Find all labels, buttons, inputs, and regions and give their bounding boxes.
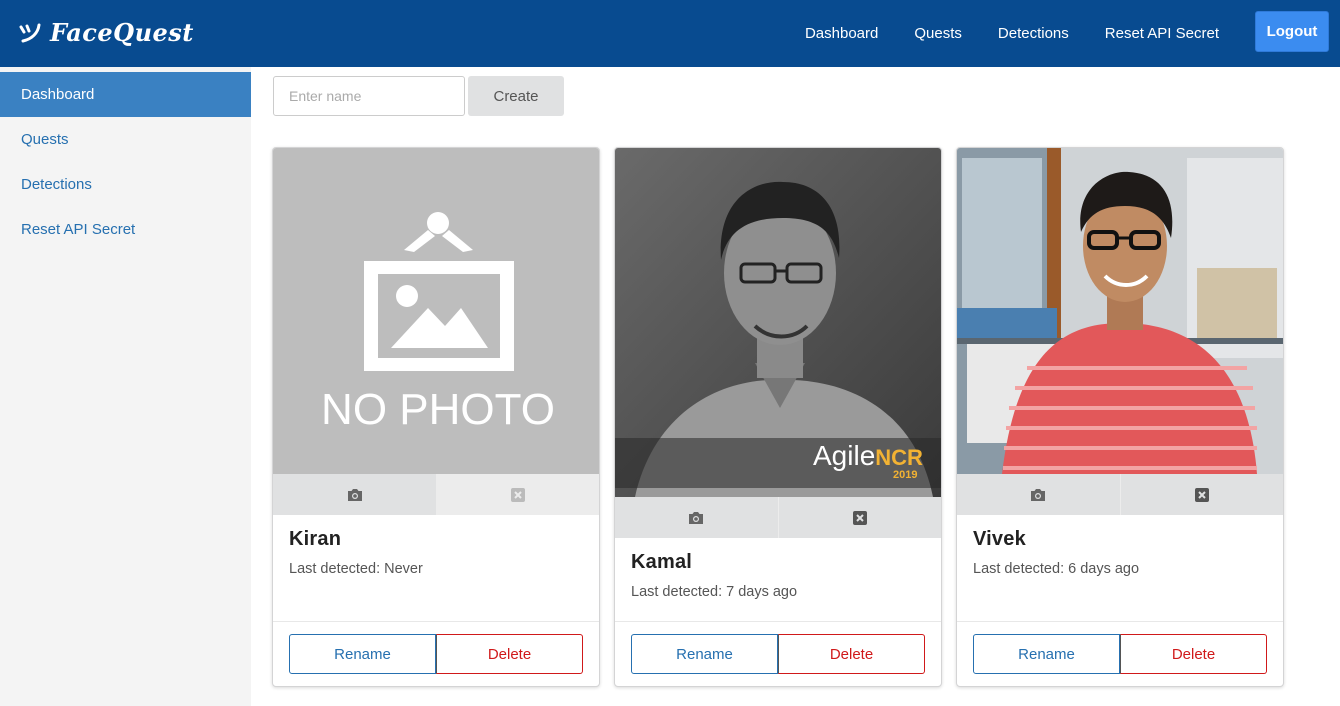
grayscale-portrait: AgileNCR 2019 [615, 148, 941, 497]
rename-button[interactable]: Rename [973, 634, 1120, 674]
last-detected: Last detected: Never [289, 561, 423, 577]
top-nav: Dashboard Quests Detections Reset API Se… [805, 0, 1219, 67]
person-name: Kiran [289, 528, 342, 550]
name-input[interactable] [273, 76, 465, 116]
card-actions: Rename Delete [273, 621, 599, 686]
person-name: Vivek [973, 528, 1026, 550]
svg-text:2019: 2019 [893, 469, 917, 481]
brand[interactable]: FaceQuest [18, 14, 194, 50]
topnav-reset-api-secret[interactable]: Reset API Secret [1105, 25, 1219, 42]
last-detected: Last detected: 6 days ago [973, 561, 1140, 577]
remove-photo-icon [1194, 487, 1209, 502]
top-navbar: FaceQuest Dashboard Quests Detections Re… [0, 0, 1340, 67]
person-card: AgileNCR 2019 Kamal Last detected: 7 day… [614, 147, 942, 687]
remove-photo-button[interactable] [777, 497, 941, 538]
remove-photo-button[interactable] [1119, 474, 1283, 515]
photo-actions [957, 474, 1283, 515]
logout-button[interactable]: Logout [1255, 11, 1329, 52]
sidebar-item-detections[interactable]: Detections [0, 162, 251, 207]
delete-button[interactable]: Delete [778, 634, 925, 674]
remove-photo-icon [510, 487, 525, 502]
sidebar: Dashboard Quests Detections Reset API Se… [0, 67, 251, 706]
camera-icon [1031, 488, 1046, 501]
rename-button[interactable]: Rename [289, 634, 436, 674]
upload-photo-button[interactable] [957, 474, 1120, 515]
photo-actions [273, 474, 599, 515]
last-detected: Last detected: 7 days ago [631, 584, 798, 600]
brand-name: FaceQuest [50, 17, 194, 47]
person-name: Kamal [631, 551, 693, 573]
color-portrait [957, 148, 1283, 474]
photo-actions [615, 497, 941, 538]
sidebar-item-dashboard[interactable]: Dashboard [0, 72, 251, 117]
facequest-logo-icon [19, 23, 41, 43]
no-photo-placeholder: NO PHOTO [273, 148, 599, 474]
rename-button[interactable]: Rename [631, 634, 778, 674]
camera-icon [347, 488, 362, 501]
no-photo-label: NO PHOTO [321, 385, 555, 434]
person-card: NO PHOTO Kiran Last detected: Never Rena… [272, 147, 600, 687]
topnav-detections[interactable]: Detections [998, 25, 1069, 42]
sidebar-item-quests[interactable]: Quests [0, 117, 251, 162]
remove-photo-icon [852, 510, 867, 525]
sidebar-item-reset-api-secret[interactable]: Reset API Secret [0, 207, 251, 252]
upload-photo-button[interactable] [615, 497, 778, 538]
create-button[interactable]: Create [468, 76, 564, 116]
delete-button[interactable]: Delete [1120, 634, 1267, 674]
person-card: Vivek Last detected: 6 days ago Rename D… [956, 147, 1284, 687]
remove-photo-button[interactable] [436, 474, 599, 515]
delete-button[interactable]: Delete [436, 634, 583, 674]
topnav-dashboard[interactable]: Dashboard [805, 25, 878, 42]
agile-ncr-watermark: AgileNCR [813, 440, 923, 471]
upload-photo-button[interactable] [273, 474, 436, 515]
camera-icon [689, 511, 704, 524]
card-actions: Rename Delete [615, 621, 941, 686]
topnav-quests[interactable]: Quests [914, 25, 962, 42]
card-actions: Rename Delete [957, 621, 1283, 686]
